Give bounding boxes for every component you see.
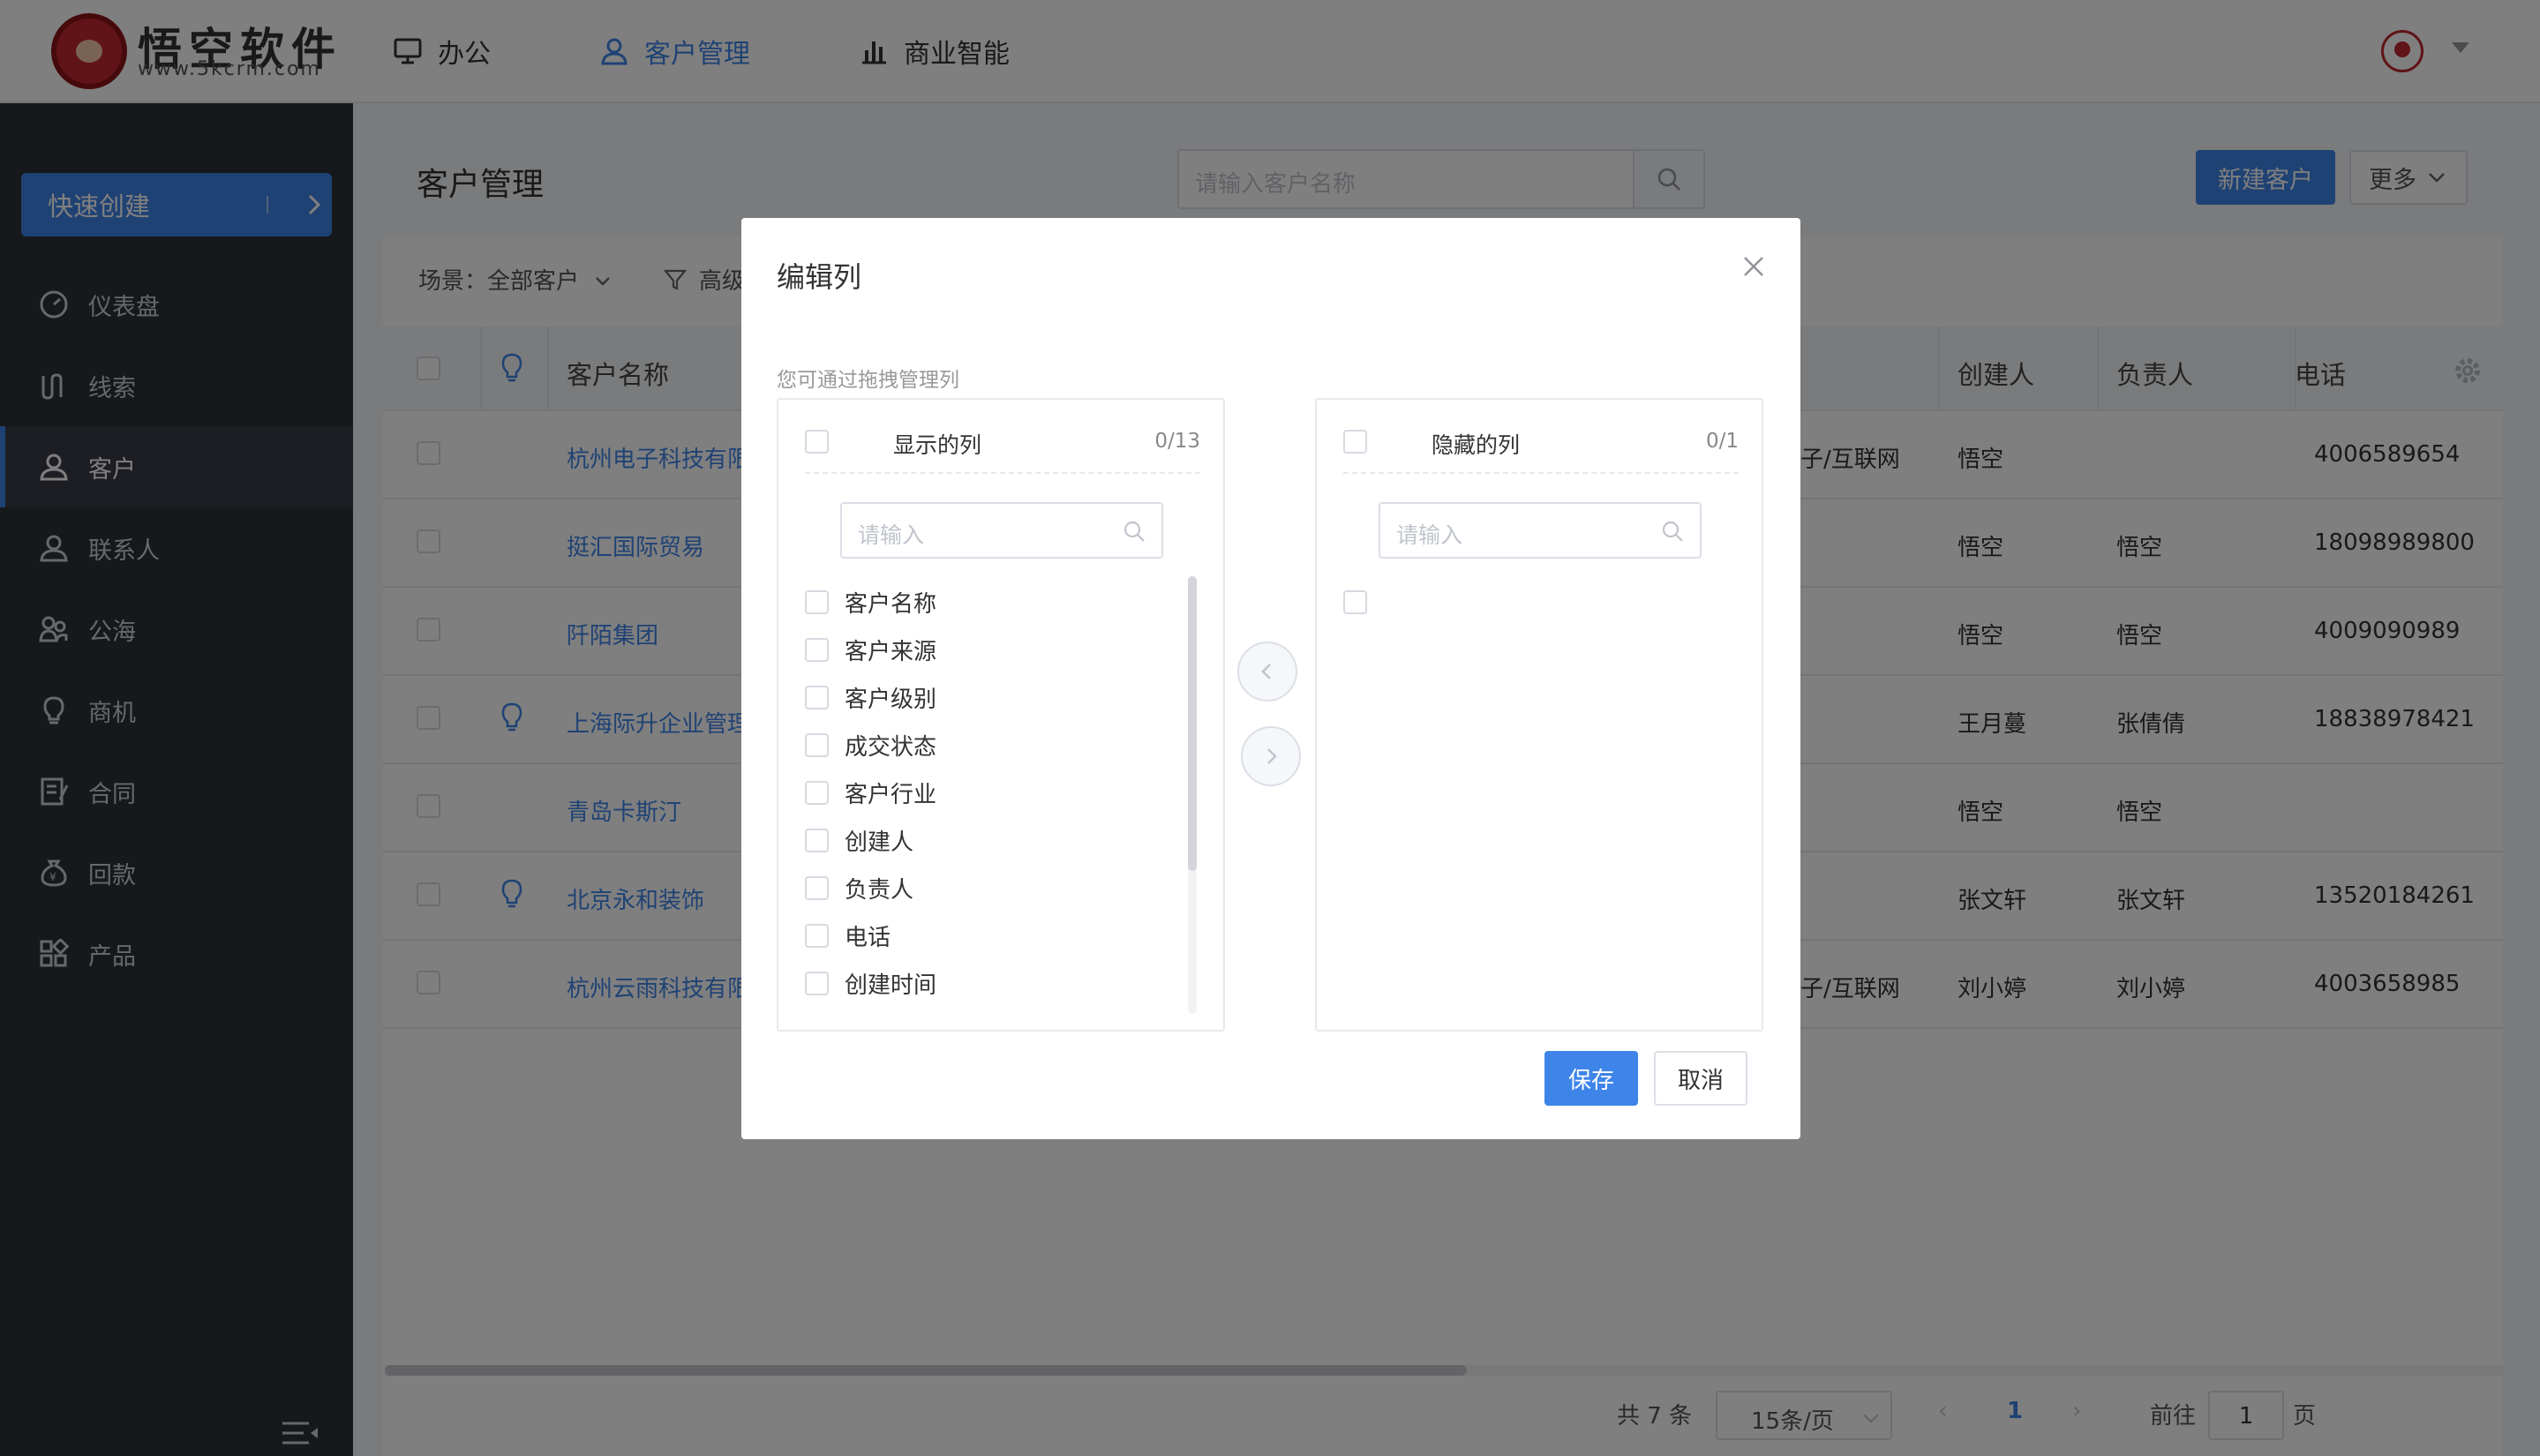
list-item[interactable]: 客户级别 bbox=[805, 673, 936, 721]
item-checkbox[interactable] bbox=[805, 828, 829, 852]
dialog-title: 编辑列 bbox=[777, 260, 862, 294]
item-label: 电话 bbox=[845, 924, 891, 951]
hidden-columns-panel: 隐藏的列 0/1 请输入 bbox=[1315, 398, 1763, 1032]
chevron-right-icon bbox=[1267, 748, 1277, 764]
edit-columns-dialog: 编辑列 您可通过拖拽管理列 显示的列 0/13 请输入 客户名称 客户来源 客户… bbox=[741, 218, 1800, 1139]
chevron-left-icon bbox=[1261, 664, 1271, 679]
item-checkbox[interactable] bbox=[805, 971, 829, 995]
item-label: 创建时间 bbox=[845, 972, 937, 999]
panel-count: 0/1 bbox=[1705, 430, 1739, 453]
panel-header: 显示的列 0/13 bbox=[805, 424, 1200, 474]
move-left-button[interactable] bbox=[1237, 642, 1297, 702]
panel-header: 隐藏的列 0/1 bbox=[1343, 424, 1739, 474]
item-checkbox[interactable] bbox=[805, 780, 829, 805]
item-checkbox[interactable] bbox=[805, 637, 829, 662]
list-item[interactable] bbox=[1343, 578, 1383, 626]
panel-title: 显示的列 bbox=[893, 432, 982, 458]
select-all-hidden-checkbox[interactable] bbox=[1343, 430, 1367, 454]
save-button[interactable]: 保存 bbox=[1544, 1051, 1638, 1106]
move-right-button[interactable] bbox=[1241, 726, 1301, 786]
item-checkbox[interactable] bbox=[805, 875, 829, 900]
search-placeholder: 请输入 bbox=[1396, 522, 1463, 548]
item-label: 创建人 bbox=[845, 829, 914, 856]
item-checkbox[interactable] bbox=[805, 589, 829, 614]
list-item[interactable]: 客户行业 bbox=[805, 769, 936, 816]
visible-columns-panel: 显示的列 0/13 请输入 客户名称 客户来源 客户级别 成交状态 客户行业 创… bbox=[777, 398, 1225, 1032]
list-item[interactable]: 创建人 bbox=[805, 816, 936, 864]
item-checkbox[interactable] bbox=[805, 685, 829, 709]
search-placeholder: 请输入 bbox=[858, 522, 925, 548]
dialog-hint: 您可通过拖拽管理列 bbox=[777, 369, 959, 392]
list-item[interactable]: 电话 bbox=[805, 912, 936, 959]
item-label: 成交状态 bbox=[845, 733, 937, 761]
select-all-visible-checkbox[interactable] bbox=[805, 430, 829, 454]
cancel-button[interactable]: 取消 bbox=[1654, 1051, 1747, 1106]
item-checkbox[interactable] bbox=[805, 732, 829, 757]
visible-columns-search[interactable]: 请输入 bbox=[840, 502, 1163, 559]
list-item[interactable]: 成交状态 bbox=[805, 721, 936, 769]
item-label: 客户名称 bbox=[845, 590, 937, 618]
item-label: 负责人 bbox=[845, 876, 914, 904]
search-icon bbox=[1123, 521, 1145, 542]
list-item[interactable]: 客户来源 bbox=[805, 626, 936, 673]
list-item[interactable]: 客户名称 bbox=[805, 578, 936, 626]
column-list bbox=[1343, 578, 1383, 626]
search-icon bbox=[1662, 521, 1683, 542]
item-label: 客户级别 bbox=[845, 686, 937, 713]
list-item[interactable]: 创建时间 bbox=[805, 959, 936, 1007]
close-icon[interactable] bbox=[1742, 255, 1765, 278]
column-list: 客户名称 客户来源 客户级别 成交状态 客户行业 创建人 负责人 电话 创建时间 bbox=[805, 578, 936, 1007]
item-label: 客户行业 bbox=[845, 781, 937, 808]
item-checkbox[interactable] bbox=[1343, 589, 1367, 614]
panel-count: 0/13 bbox=[1154, 430, 1200, 453]
hidden-columns-search[interactable]: 请输入 bbox=[1379, 502, 1702, 559]
panel-title: 隐藏的列 bbox=[1432, 432, 1521, 458]
scrollbar-thumb[interactable] bbox=[1188, 576, 1197, 871]
item-label: 客户来源 bbox=[845, 638, 937, 665]
item-checkbox[interactable] bbox=[805, 923, 829, 948]
vertical-scrollbar[interactable] bbox=[1188, 576, 1197, 1014]
list-item[interactable]: 负责人 bbox=[805, 864, 936, 912]
